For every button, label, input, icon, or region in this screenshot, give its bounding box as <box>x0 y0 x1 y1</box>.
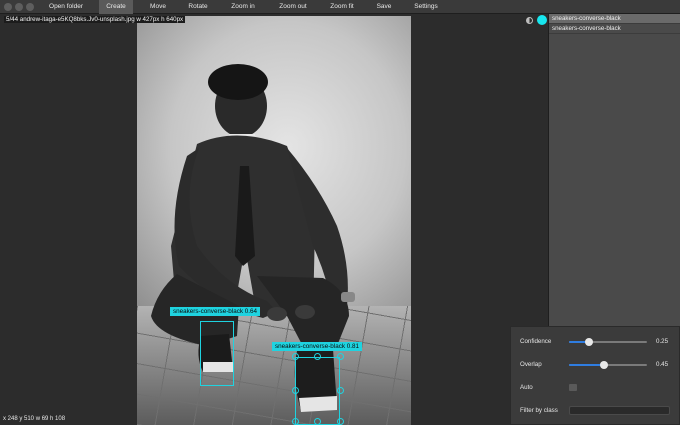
confidence-label: Confidence <box>520 338 552 345</box>
settings-panel: Confidence 0.25 Overlap 0.45 Auto Filter… <box>510 326 680 425</box>
resize-handle[interactable] <box>314 353 321 360</box>
resize-handle[interactable] <box>337 387 344 394</box>
create-button[interactable]: Create <box>99 0 133 14</box>
window-minimize-icon[interactable] <box>15 3 23 11</box>
resize-handle[interactable] <box>337 418 344 425</box>
overlap-fill <box>569 364 604 366</box>
view-controls <box>521 14 548 28</box>
overlap-label: Overlap <box>520 361 542 368</box>
detection-label: sneakers-converse-black 0.64 <box>170 307 260 316</box>
window-close-icon[interactable] <box>4 3 12 11</box>
rotate-button[interactable]: Rotate <box>180 0 216 14</box>
filter-by-class-input[interactable] <box>569 406 670 415</box>
color-dot-icon[interactable] <box>537 15 547 25</box>
resize-handle[interactable] <box>314 418 321 425</box>
annotated-photo[interactable]: sneakers-converse-black 0.64 sneakers-co… <box>137 16 411 425</box>
confidence-slider[interactable] <box>569 338 647 346</box>
open-folder-button[interactable]: Open folder <box>42 0 90 14</box>
cursor-readout: x 248 y 510 w 69 h 108 <box>3 416 66 422</box>
image-canvas[interactable]: sneakers-converse-black 0.64 sneakers-co… <box>0 14 548 425</box>
resize-handle[interactable] <box>292 353 299 360</box>
window-zoom-icon[interactable] <box>26 3 34 11</box>
class-list-item[interactable]: sneakers-converse-black <box>549 24 680 34</box>
file-info: 5/44 andrew-itaga-e5KQ8bks.Jv0-unsplash.… <box>4 16 186 23</box>
toolbar: Open folder Create Move Rotate Zoom in Z… <box>0 0 680 14</box>
save-button[interactable]: Save <box>369 0 399 14</box>
auto-checkbox[interactable] <box>569 384 577 391</box>
move-button[interactable]: Move <box>141 0 175 14</box>
filter-label: Filter by class <box>520 407 558 414</box>
class-list-item[interactable]: sneakers-converse-black <box>549 14 680 24</box>
confidence-value: 0.25 <box>656 338 669 345</box>
auto-label: Auto <box>520 384 533 391</box>
zoom-in-button[interactable]: Zoom in <box>223 0 263 14</box>
resize-handle[interactable] <box>292 387 299 394</box>
zoom-fit-button[interactable]: Zoom fit <box>322 0 362 14</box>
zoom-out-button[interactable]: Zoom out <box>271 0 315 14</box>
detection-label: sneakers-converse-black 0.81 <box>272 342 362 351</box>
overlap-value: 0.45 <box>656 361 669 368</box>
overlap-slider[interactable] <box>569 361 647 369</box>
resize-handle[interactable] <box>337 353 344 360</box>
detection-box[interactable] <box>200 321 234 386</box>
detection-box-selected[interactable] <box>295 357 340 425</box>
contrast-icon[interactable] <box>526 17 533 24</box>
person-figure <box>151 64 355 412</box>
settings-button[interactable]: Settings <box>406 0 446 14</box>
resize-handle[interactable] <box>292 418 299 425</box>
confidence-knob[interactable] <box>585 338 593 346</box>
overlap-knob[interactable] <box>600 361 608 369</box>
